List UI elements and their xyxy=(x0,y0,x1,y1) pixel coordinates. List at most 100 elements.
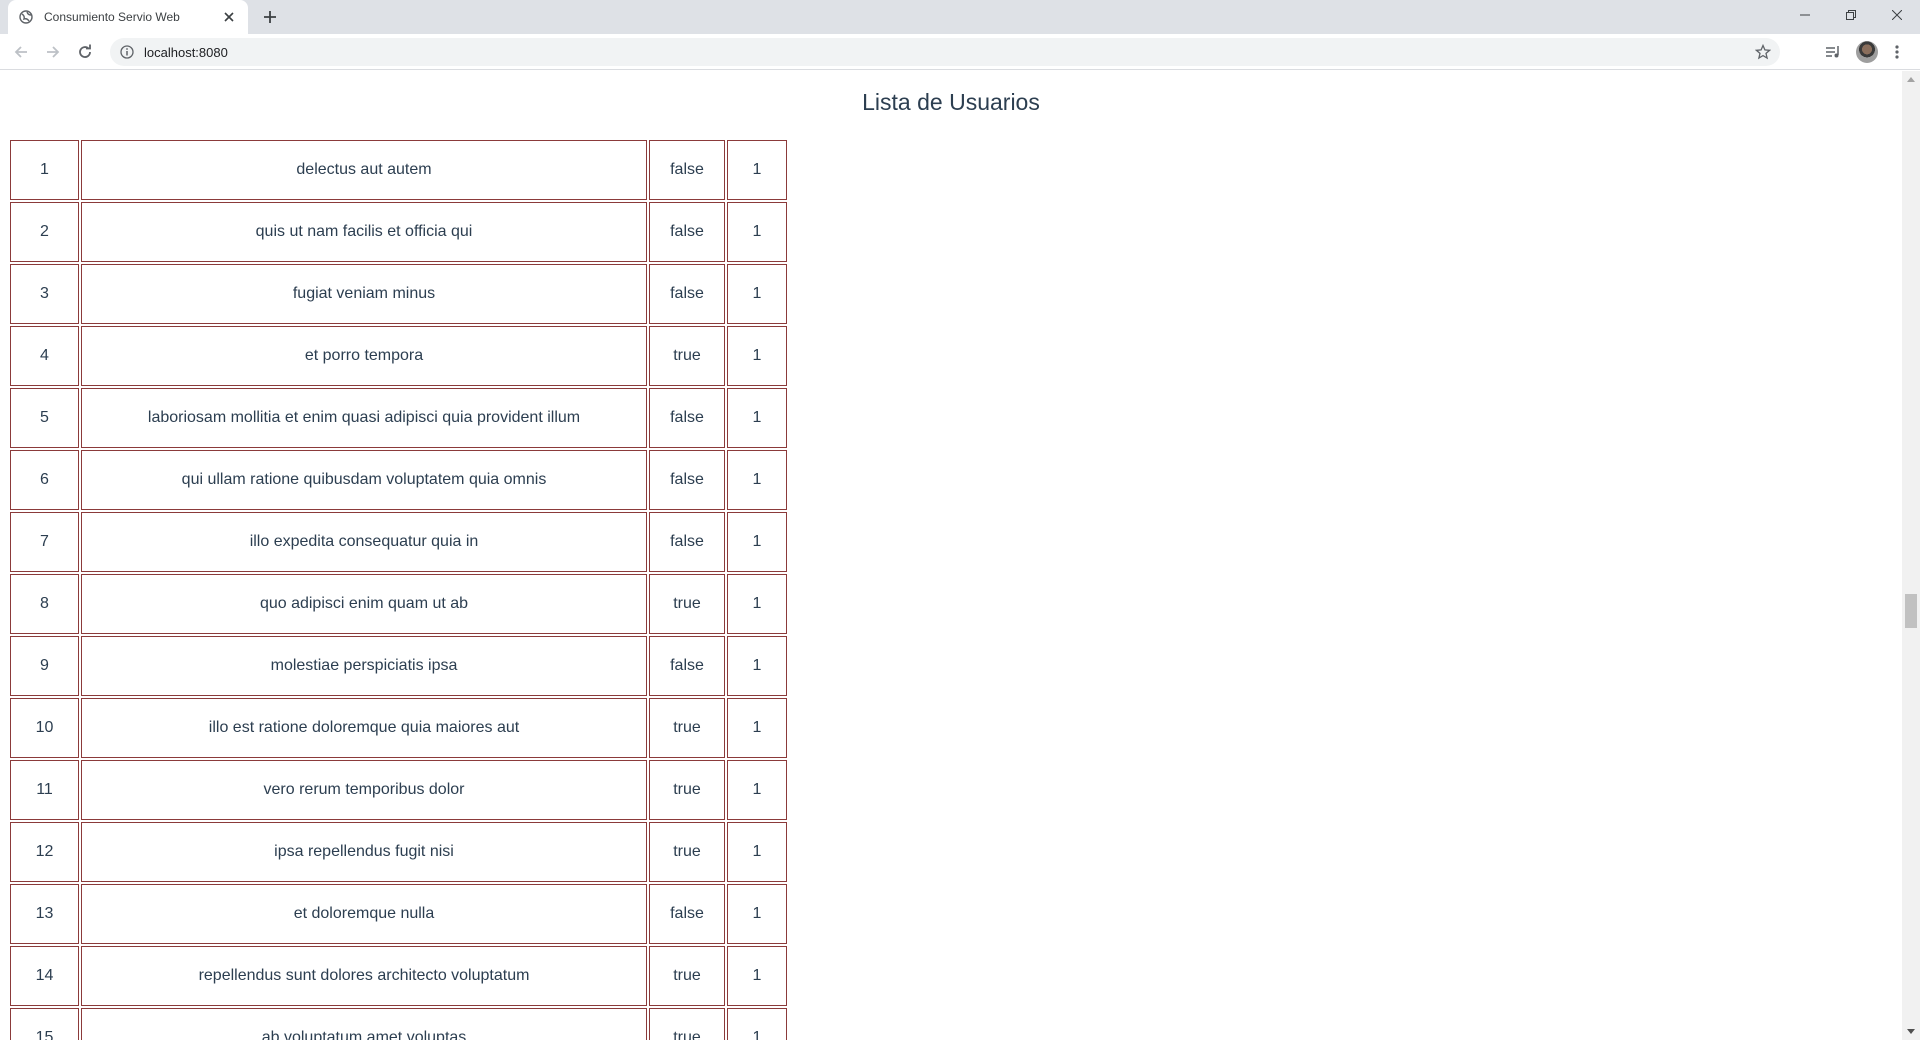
table-row: 7 illo expedita consequatur quia in false 1 xyxy=(10,512,787,572)
cell-title: repellendus sunt dolores architecto volu… xyxy=(81,946,647,1006)
cell-user-id: 1 xyxy=(727,140,787,200)
restore-icon[interactable] xyxy=(1828,0,1874,30)
table-row: 13 et doloremque nulla false 1 xyxy=(10,884,787,944)
cell-title: ipsa repellendus fugit nisi xyxy=(81,822,647,882)
star-icon[interactable] xyxy=(1754,43,1772,61)
cell-title: quis ut nam facilis et officia qui xyxy=(81,202,647,262)
cell-user-id: 1 xyxy=(727,1008,787,1040)
reload-icon[interactable] xyxy=(72,39,98,65)
cell-completed: true xyxy=(649,946,725,1006)
arrow-right-icon[interactable] xyxy=(40,39,66,65)
cell-user-id: 1 xyxy=(727,450,787,510)
cell-title: molestiae perspiciatis ipsa xyxy=(81,636,647,696)
cell-id: 10 xyxy=(10,698,79,758)
cell-id: 3 xyxy=(10,264,79,324)
cell-completed: true xyxy=(649,822,725,882)
globe-icon xyxy=(18,9,34,25)
cell-completed: false xyxy=(649,512,725,572)
cell-id: 12 xyxy=(10,822,79,882)
cell-completed: false xyxy=(649,264,725,324)
table-row: 4 et porro tempora true 1 xyxy=(10,326,787,386)
cell-title: illo expedita consequatur quia in xyxy=(81,512,647,572)
cell-id: 14 xyxy=(10,946,79,1006)
cell-user-id: 1 xyxy=(727,388,787,448)
cell-title: et doloremque nulla xyxy=(81,884,647,944)
cell-user-id: 1 xyxy=(727,326,787,386)
cell-title: laboriosam mollitia et enim quasi adipis… xyxy=(81,388,647,448)
info-icon[interactable] xyxy=(118,43,136,61)
cell-id: 7 xyxy=(10,512,79,572)
cell-title: delectus aut autem xyxy=(81,140,647,200)
table-row: 8 quo adipisci enim quam ut ab true 1 xyxy=(10,574,787,634)
cell-completed: false xyxy=(649,884,725,944)
cell-title: vero rerum temporibus dolor xyxy=(81,760,647,820)
browser-tab[interactable]: Consumiento Servio Web xyxy=(8,0,248,34)
plus-icon[interactable] xyxy=(258,5,282,29)
cell-user-id: 1 xyxy=(727,698,787,758)
browser-tab-strip: Consumiento Servio Web xyxy=(0,0,1920,34)
table-row: 15 ab voluptatum amet voluptas true 1 xyxy=(10,1008,787,1040)
cell-user-id: 1 xyxy=(727,512,787,572)
cell-user-id: 1 xyxy=(727,822,787,882)
cell-completed: false xyxy=(649,140,725,200)
table-row: 2 quis ut nam facilis et officia qui false… xyxy=(10,202,787,262)
cell-id: 15 xyxy=(10,1008,79,1040)
cell-id: 8 xyxy=(10,574,79,634)
profile-avatar[interactable] xyxy=(1856,41,1878,63)
cell-user-id: 1 xyxy=(727,946,787,1006)
cell-title: qui ullam ratione quibusdam voluptatem q… xyxy=(81,450,647,510)
cell-id: 1 xyxy=(10,140,79,200)
media-control-icon[interactable] xyxy=(1820,39,1846,65)
table-row: 14 repellendus sunt dolores architecto vo… xyxy=(10,946,787,1006)
cell-user-id: 1 xyxy=(727,574,787,634)
cell-id: 9 xyxy=(10,636,79,696)
scroll-up-icon[interactable] xyxy=(1902,71,1920,88)
cell-title: et porro tempora xyxy=(81,326,647,386)
cell-user-id: 1 xyxy=(727,636,787,696)
table-row: 11 vero rerum temporibus dolor true 1 xyxy=(10,760,787,820)
cell-completed: false xyxy=(649,450,725,510)
table-row: 9 molestiae perspiciatis ipsa false 1 xyxy=(10,636,787,696)
cell-completed: false xyxy=(649,388,725,448)
page-title: Lista de Usuarios xyxy=(862,89,1040,115)
table-row: 1 delectus aut autem false 1 xyxy=(10,140,787,200)
arrow-left-icon[interactable] xyxy=(8,39,34,65)
cell-completed: true xyxy=(649,1008,725,1040)
users-table: 1 delectus aut autem false 1 2 quis ut nam fa… xyxy=(8,138,789,1040)
page-viewport: Lista de Usuarios 1 delectus aut autem fal… xyxy=(0,71,1902,1040)
cell-completed: true xyxy=(649,760,725,820)
table-row: 5 laboriosam mollitia et enim quasi adipi… xyxy=(10,388,787,448)
table-row: 6 qui ullam ratione quibusdam voluptatem … xyxy=(10,450,787,510)
cell-title: illo est ratione doloremque quia maiores… xyxy=(81,698,647,758)
table-row: 3 fugiat veniam minus false 1 xyxy=(10,264,787,324)
cell-completed: false xyxy=(649,636,725,696)
cell-completed: true xyxy=(649,326,725,386)
address-bar[interactable]: localhost:8080 xyxy=(110,38,1780,66)
tab-title: Consumiento Servio Web xyxy=(44,10,180,24)
cell-user-id: 1 xyxy=(727,202,787,262)
table-row: 10 illo est ratione doloremque quia maior… xyxy=(10,698,787,758)
cell-id: 4 xyxy=(10,326,79,386)
cell-completed: true xyxy=(649,698,725,758)
table-row: 12 ipsa repellendus fugit nisi true 1 xyxy=(10,822,787,882)
cell-id: 6 xyxy=(10,450,79,510)
scrollbar-thumb[interactable] xyxy=(1905,594,1917,628)
cell-user-id: 1 xyxy=(727,264,787,324)
kebab-menu-icon[interactable] xyxy=(1884,39,1910,65)
cell-id: 2 xyxy=(10,202,79,262)
close-icon[interactable] xyxy=(220,8,238,26)
close-window-icon[interactable] xyxy=(1874,0,1920,30)
cell-completed: false xyxy=(649,202,725,262)
cell-title: ab voluptatum amet voluptas xyxy=(81,1008,647,1040)
url-text[interactable]: localhost:8080 xyxy=(144,45,228,60)
cell-id: 5 xyxy=(10,388,79,448)
browser-toolbar: localhost:8080 xyxy=(0,34,1920,70)
cell-user-id: 1 xyxy=(727,884,787,944)
cell-id: 13 xyxy=(10,884,79,944)
minimize-icon[interactable] xyxy=(1782,0,1828,30)
cell-id: 11 xyxy=(10,760,79,820)
vertical-scrollbar[interactable] xyxy=(1902,71,1920,1040)
cell-user-id: 1 xyxy=(727,760,787,820)
cell-title: quo adipisci enim quam ut ab xyxy=(81,574,647,634)
scroll-down-icon[interactable] xyxy=(1902,1023,1920,1040)
